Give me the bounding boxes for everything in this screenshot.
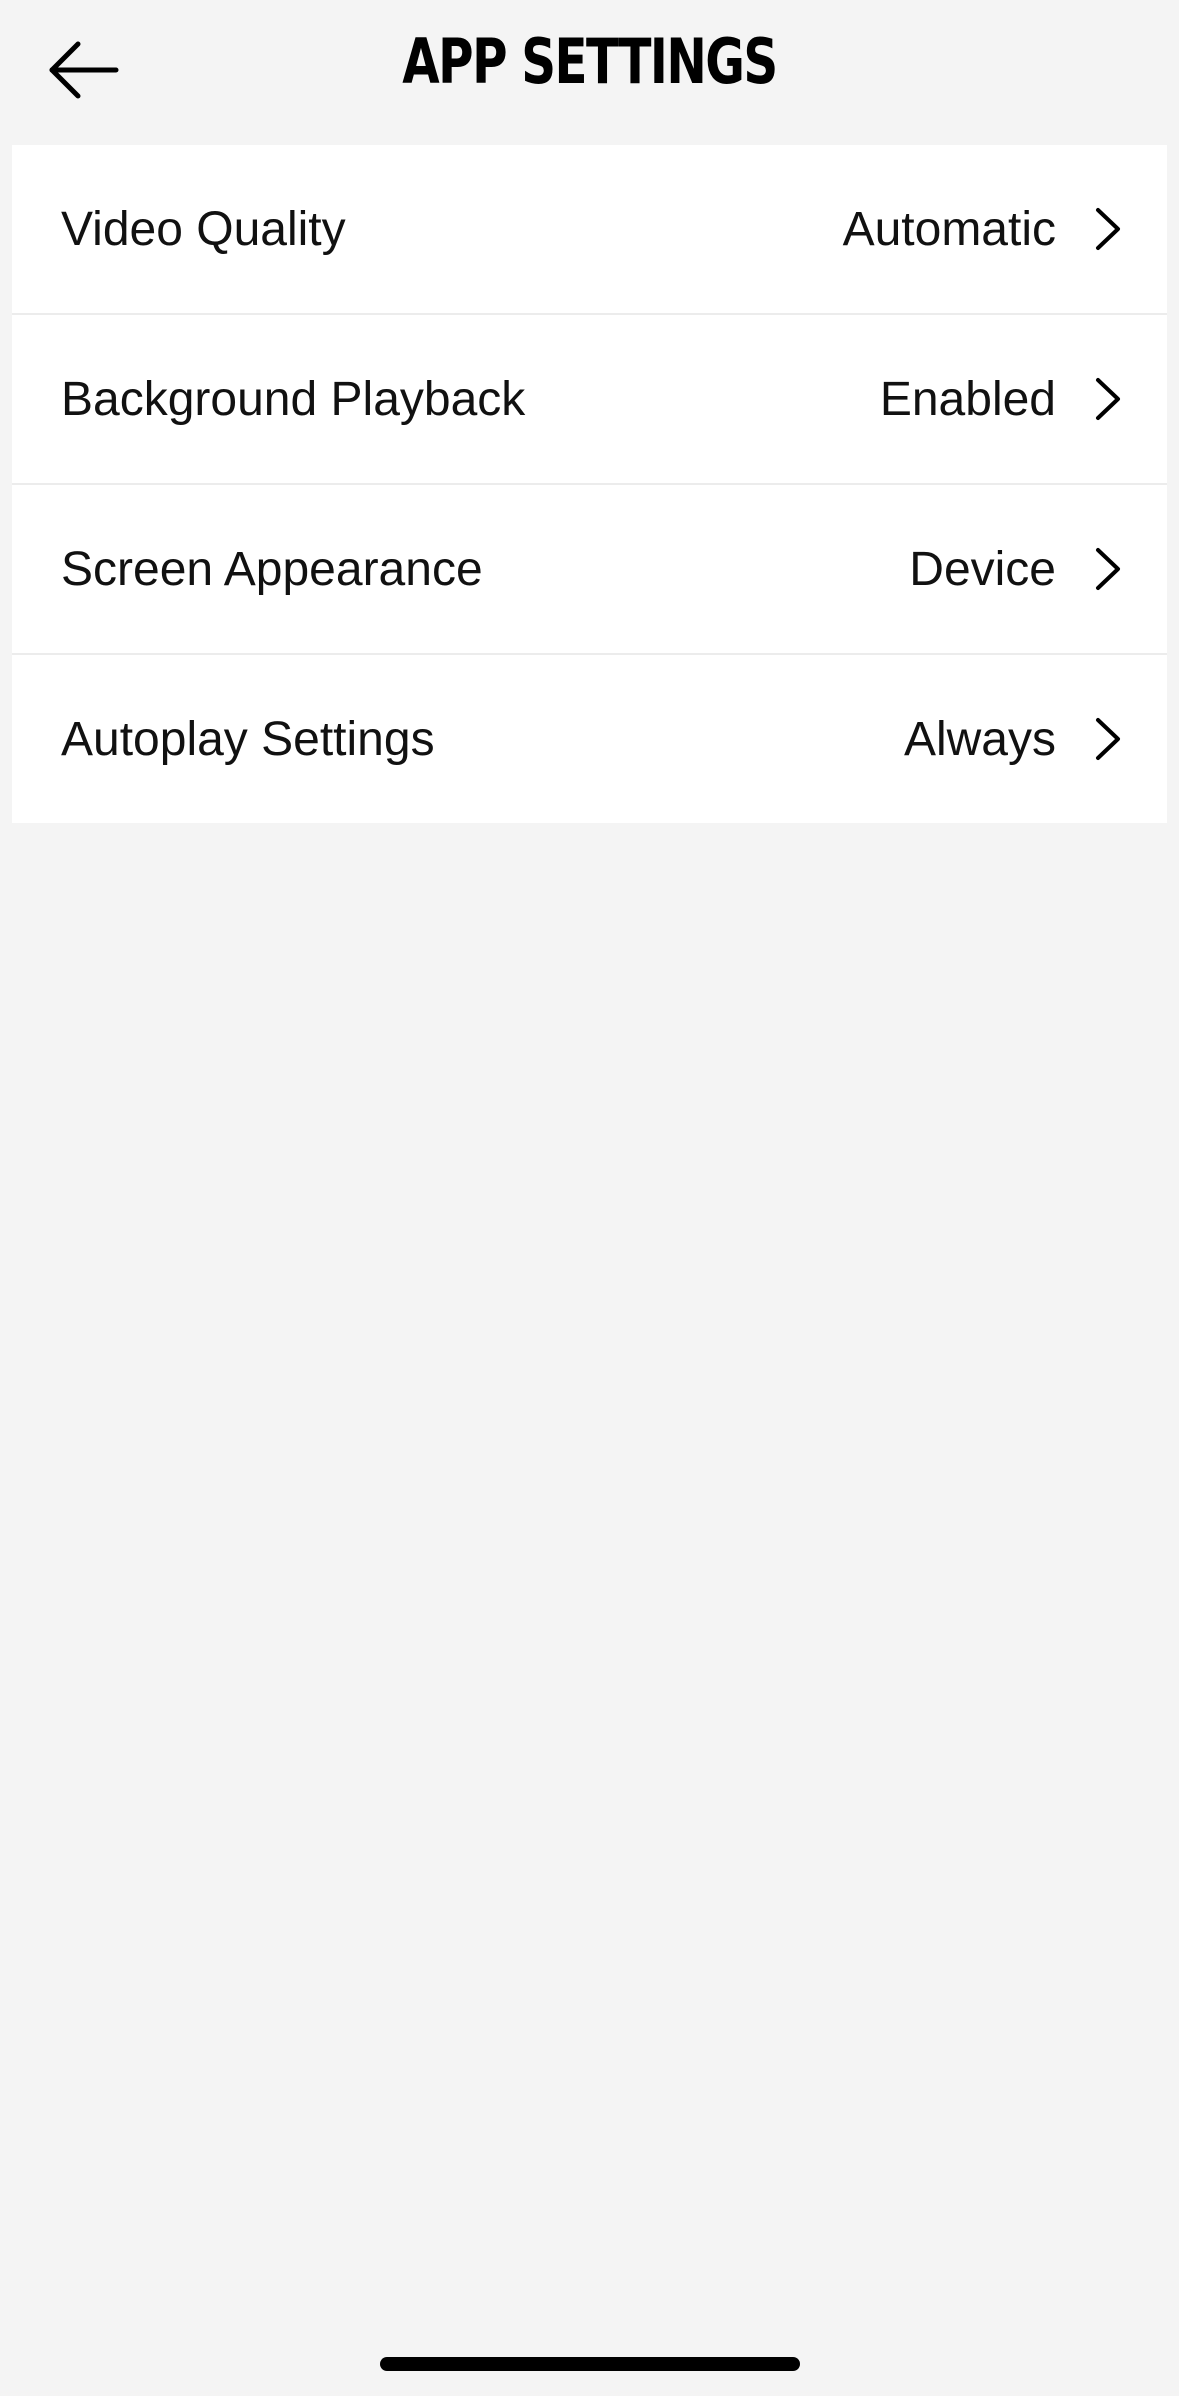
setting-row-background-playback[interactable]: Background Playback Enabled [12,315,1167,485]
setting-label: Screen Appearance [61,542,483,596]
setting-value: Device [909,542,1056,596]
setting-label: Video Quality [61,202,346,256]
chevron-right-icon [1096,718,1120,760]
setting-label: Background Playback [61,372,526,426]
setting-row-autoplay-settings[interactable]: Autoplay Settings Always [12,655,1167,823]
setting-row-video-quality[interactable]: Video Quality Automatic [12,145,1167,315]
chevron-right-icon [1096,208,1120,250]
chevron-right-icon [1096,548,1120,590]
setting-value: Always [903,712,1056,766]
chevron-right-icon [1096,378,1120,420]
header: APP SETTINGS [0,0,1179,145]
setting-value: Automatic [842,202,1056,256]
setting-row-screen-appearance[interactable]: Screen Appearance Device [12,485,1167,655]
setting-label: Autoplay Settings [61,712,435,766]
page-title: APP SETTINGS [402,25,778,98]
settings-list: Video Quality Automatic Background Playb… [12,145,1167,823]
home-indicator[interactable] [380,2357,800,2371]
setting-value: Enabled [879,372,1056,426]
arrow-left-icon [49,41,119,99]
back-button[interactable] [34,30,134,110]
